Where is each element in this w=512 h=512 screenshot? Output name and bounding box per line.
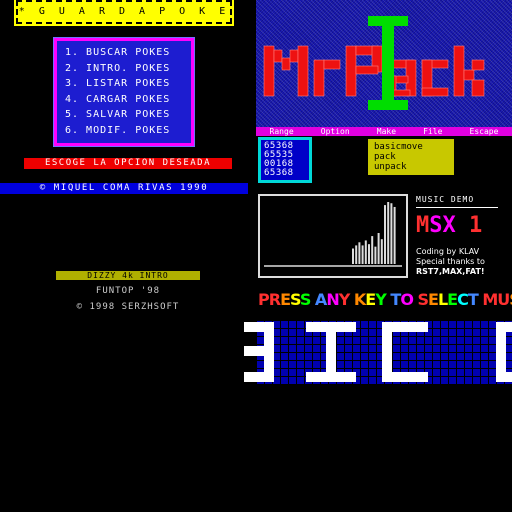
spectrum-analyzer — [258, 194, 408, 278]
press-glyph: R — [268, 290, 281, 309]
spectrum-bar — [384, 205, 386, 264]
press-glyph: M — [482, 290, 498, 309]
spectrum-bar — [358, 242, 361, 264]
credit-names: RST7,MAX,FAT! — [416, 267, 485, 276]
press-glyph: E — [280, 290, 291, 309]
big-scroller-text — [244, 322, 512, 382]
press-glyph: K — [353, 290, 366, 309]
spectrum-bar — [387, 202, 390, 264]
press-glyph: L — [437, 290, 448, 309]
copyright-bar: © MIQUEL COMA RIVAS 1990 — [0, 183, 248, 194]
press-glyph: T — [390, 290, 401, 309]
press-glyph: U — [497, 290, 510, 309]
menu-make[interactable]: Make — [377, 127, 396, 136]
guarda-pokes-menu: 1. BUSCAR POKES 2. INTRO. POKES 3. LISTA… — [53, 37, 195, 147]
msx-glyph: M — [416, 213, 430, 238]
press-glyph: S — [299, 290, 311, 309]
spectrum-bar — [380, 239, 383, 264]
press-glyph: Y — [338, 290, 351, 309]
msx-label: MSX 1 — [416, 214, 482, 238]
msx-glyph: 1 — [469, 213, 483, 238]
menu-item-buscar[interactable]: 1. BUSCAR POKES — [65, 45, 183, 61]
press-glyph: E — [428, 290, 439, 309]
spectrum-bar — [352, 248, 354, 264]
mrpack-address-box: 65368 65535 00168 65368 — [258, 137, 312, 183]
press-glyph: A — [314, 290, 327, 309]
press-glyph: S — [290, 290, 301, 309]
press-glyph: O — [400, 290, 414, 309]
spectrum-bar — [364, 240, 367, 264]
spectrum-bar — [377, 233, 380, 264]
guarda-pokes-title: * G U A R D A P O K E S * — [14, 0, 234, 37]
mrpack-green-i — [368, 16, 408, 110]
option-basicmove[interactable]: basicmove — [374, 142, 448, 152]
menu-escape[interactable]: Escape — [470, 127, 499, 136]
choose-option-prompt: ESCOGE LA OPCION DESEADA — [24, 158, 232, 169]
msx-glyph: S — [429, 213, 443, 238]
menu-option[interactable]: Option — [321, 127, 350, 136]
option-pack[interactable]: pack — [374, 152, 448, 162]
press-glyph: E — [447, 290, 458, 309]
funtop-label: FUNTOP '98 — [95, 286, 161, 296]
spectrum-bar — [390, 203, 393, 264]
scroller-letters — [244, 322, 512, 382]
msx-glyph — [456, 213, 469, 238]
menu-item-cargar[interactable]: 4. CARGAR POKES — [65, 92, 183, 108]
dizzy-intro-bar: DIZZY 4k INTRO — [56, 271, 200, 280]
press-glyph: C — [457, 290, 469, 309]
spectrum-bars — [264, 202, 402, 267]
spectrum-bar — [361, 245, 364, 264]
msx-glyph: X — [442, 213, 456, 238]
menu-item-intro[interactable]: 2. INTRO. POKES — [65, 61, 183, 77]
menu-range[interactable]: Range — [270, 127, 294, 136]
mrpack-options-box: basicmove pack unpack — [368, 139, 454, 175]
credit-coding: Coding by KLAV — [416, 247, 480, 256]
spectrum-bar — [393, 206, 396, 264]
menu-item-modif[interactable]: 6. MODIF. POKES — [65, 123, 183, 139]
mrpack-menu-bar: Range Option Make File Escape — [256, 127, 512, 136]
music-demo-title: MUSIC DEMO — [416, 195, 475, 204]
press-glyph: S — [417, 290, 429, 309]
spectrum-bar — [355, 245, 358, 264]
press-glyph: E — [365, 290, 376, 309]
menu-item-salvar[interactable]: 5. SALVAR POKES — [65, 107, 183, 123]
menu-item-listar[interactable]: 3. LISTAR POKES — [65, 76, 183, 92]
press-any-key-prompt: PRESS ANY KEY TO SELECT MUSIC — [258, 290, 512, 310]
music-demo-divider — [416, 207, 498, 208]
credit-thanks: Special thanks to — [416, 257, 485, 266]
address-value: 65368 — [264, 168, 294, 178]
spectrum-bar — [368, 244, 370, 264]
press-glyph: N — [326, 290, 339, 309]
press-glyph: P — [258, 290, 270, 309]
menu-file[interactable]: File — [423, 127, 442, 136]
press-glyph: Y — [375, 290, 387, 309]
serzhsoft-copyright: © 1998 SERZHSOFT — [76, 302, 180, 312]
option-unpack[interactable]: unpack — [374, 162, 448, 172]
spectrum-bar — [374, 246, 377, 264]
press-glyph: T — [467, 290, 479, 309]
spectrum-bar — [371, 236, 374, 264]
